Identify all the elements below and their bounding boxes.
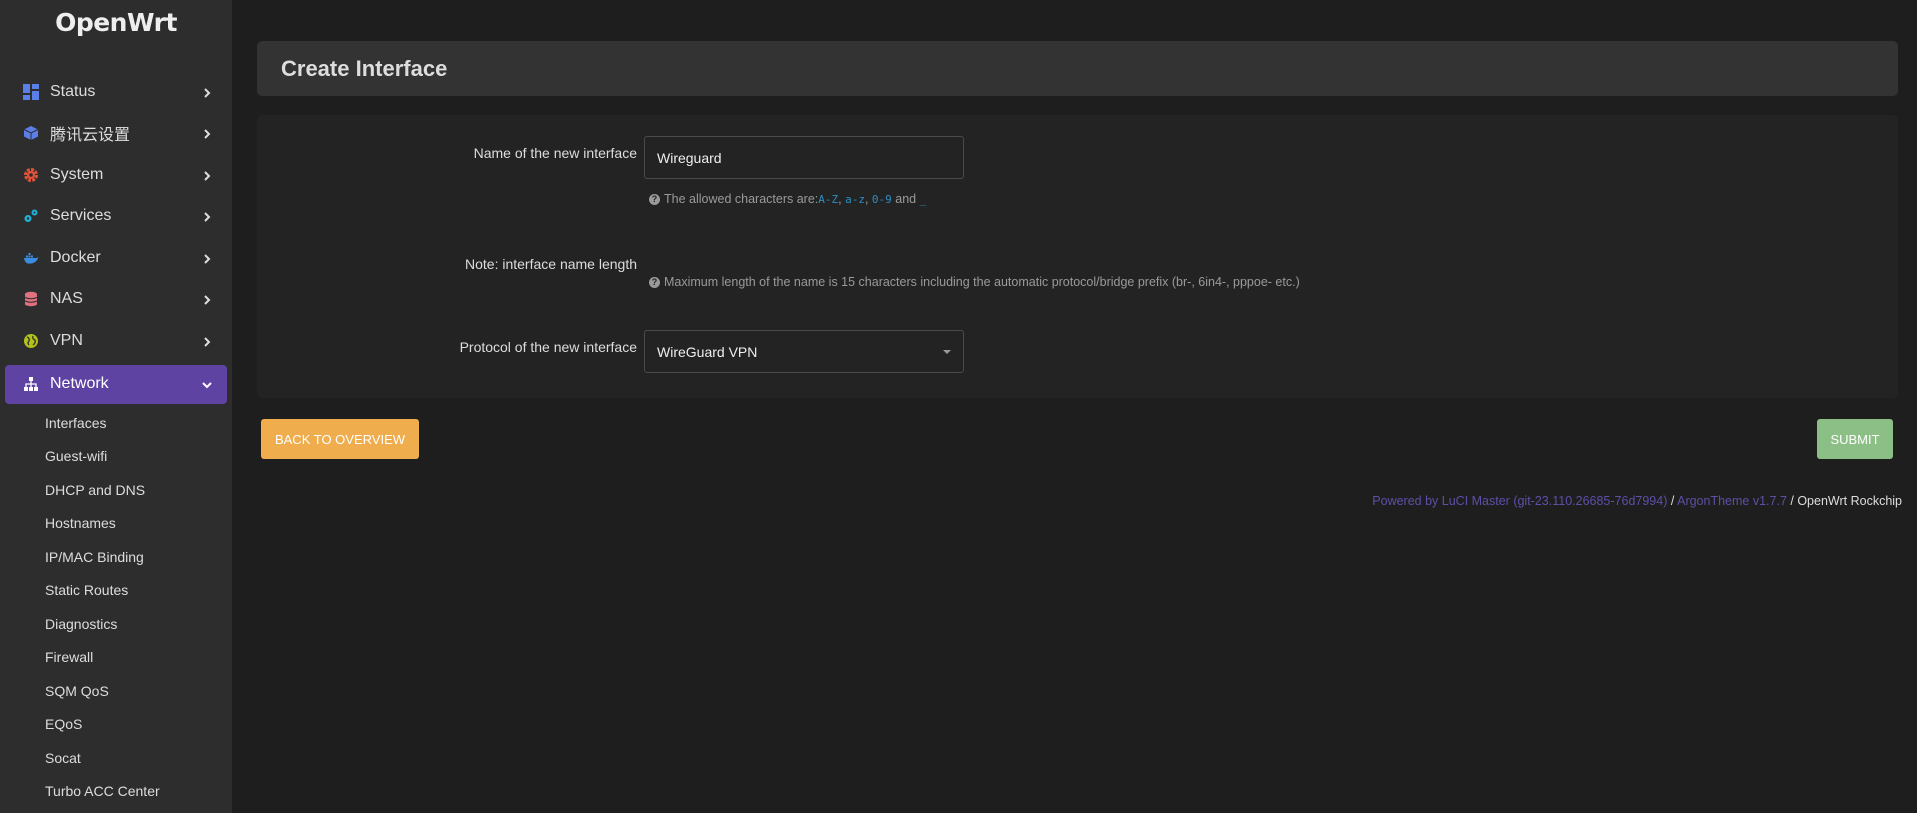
sidebar-item-tencent-cloud[interactable]: 腾讯云设置 [5, 113, 227, 155]
chevron-right-icon [201, 293, 213, 305]
protocol-select[interactable]: WireGuard VPN [644, 330, 964, 373]
page-title: Create Interface [281, 55, 448, 81]
dashboard-icon [23, 83, 39, 100]
submenu-item[interactable]: Socat [0, 741, 232, 775]
luci-link[interactable]: Powered by LuCI Master (git-23.110.26685… [1372, 494, 1667, 508]
chevron-down-icon [201, 378, 213, 390]
main-menu: Status 腾讯云设置 System Services Docker NAS … [0, 71, 232, 404]
submit-button[interactable]: SUBMIT [1817, 419, 1893, 459]
footer: Powered by LuCI Master (git-23.110.26685… [1372, 494, 1902, 508]
sidebar-item-status[interactable]: Status [5, 71, 227, 113]
cube-icon [23, 125, 39, 141]
footer-separator: / [1786, 494, 1798, 508]
submenu-item[interactable]: Static Routes [0, 574, 232, 608]
submenu-item[interactable]: IP/MAC Binding [0, 540, 232, 574]
interface-name-label: Name of the new interface [473, 145, 637, 161]
network-submenu: Interfaces Guest-wifi DHCP and DNS Hostname… [0, 406, 232, 808]
hint-comma: , [838, 192, 846, 206]
sidebar-item-label: Network [50, 375, 109, 392]
hint-text: The allowed characters are: [664, 192, 819, 206]
sidebar-item-vpn[interactable]: VPN [5, 320, 227, 362]
hint-code-underscore: _ [919, 192, 927, 206]
submenu-item[interactable]: Turbo ACC Center [0, 775, 232, 809]
sidebar-item-services[interactable]: Services [5, 196, 227, 238]
hint-comma: , [864, 192, 872, 206]
question-circle-icon: ? [649, 193, 660, 205]
chevron-right-icon [201, 127, 213, 139]
sitemap-icon [23, 376, 39, 392]
note-hint: ? Maximum length of the name is 15 chara… [649, 275, 1300, 289]
interface-name-input[interactable] [644, 136, 964, 179]
chevron-right-icon [201, 335, 213, 347]
sidebar-item-label: Services [50, 207, 112, 225]
caret-down-icon [943, 350, 951, 354]
hint-and: and [891, 192, 920, 206]
brand-logo[interactable]: OpenWrt [0, 8, 232, 37]
page-header: Create Interface [257, 41, 1898, 96]
footer-separator: / [1667, 494, 1678, 508]
docker-icon [23, 250, 39, 266]
chevron-right-icon [201, 169, 213, 181]
chevron-right-icon [201, 252, 213, 264]
hint-code-az-upper: A-Z [818, 192, 839, 206]
sidebar-item-docker[interactable]: Docker [5, 237, 227, 279]
back-to-overview-button[interactable]: BACK TO OVERVIEW [261, 419, 419, 459]
main-content: Create Interface Name of the new interfa… [232, 0, 1917, 813]
sidebar-item-label: VPN [50, 331, 83, 349]
submenu-item[interactable]: SQM QoS [0, 674, 232, 708]
sidebar-item-network[interactable]: Network [5, 364, 227, 404]
protocol-select-value: WireGuard VPN [657, 343, 758, 360]
database-icon [23, 291, 39, 307]
argon-theme-link[interactable]: ArgonTheme v1.7.7 [1677, 494, 1787, 508]
submenu-item[interactable]: Interfaces [0, 406, 232, 440]
sidebar-item-label: Status [50, 82, 96, 100]
sidebar-item-label: NAS [50, 290, 83, 308]
submenu-item[interactable]: Diagnostics [0, 607, 232, 641]
chevron-right-icon [201, 86, 213, 98]
chevron-right-icon [201, 210, 213, 222]
hint-text: Maximum length of the name is 15 charact… [664, 275, 1300, 289]
cogs-icon [23, 208, 39, 224]
sidebar-item-nas[interactable]: NAS [5, 279, 227, 321]
protocol-label: Protocol of the new interface [459, 339, 637, 355]
submenu-item[interactable]: DHCP and DNS [0, 473, 232, 507]
hint-code-digits: 0-9 [871, 192, 892, 206]
sidebar-item-label: 腾讯云设置 [50, 127, 131, 145]
globe-icon [23, 333, 39, 349]
sidebar-item-system[interactable]: System [5, 154, 227, 196]
sidebar: OpenWrt Status 腾讯云设置 System Services Doc… [0, 0, 232, 813]
interface-name-hint: ? The allowed characters are: A-Z, a-z, … [649, 192, 926, 206]
question-circle-icon: ? [649, 276, 660, 288]
footer-device: OpenWrt Rockchip [1797, 494, 1902, 508]
submenu-item[interactable]: Guest-wifi [0, 440, 232, 474]
sidebar-item-label: System [50, 165, 104, 183]
gear-icon [23, 167, 39, 183]
hint-code-az-lower: a-z [845, 192, 865, 206]
create-interface-form: Name of the new interface ? The allowed … [257, 115, 1898, 398]
sidebar-item-label: Docker [50, 248, 101, 266]
note-label: Note: interface name length [465, 256, 637, 272]
submenu-item[interactable]: Firewall [0, 641, 232, 675]
submenu-item[interactable]: Hostnames [0, 507, 232, 541]
submenu-item[interactable]: EQoS [0, 708, 232, 742]
